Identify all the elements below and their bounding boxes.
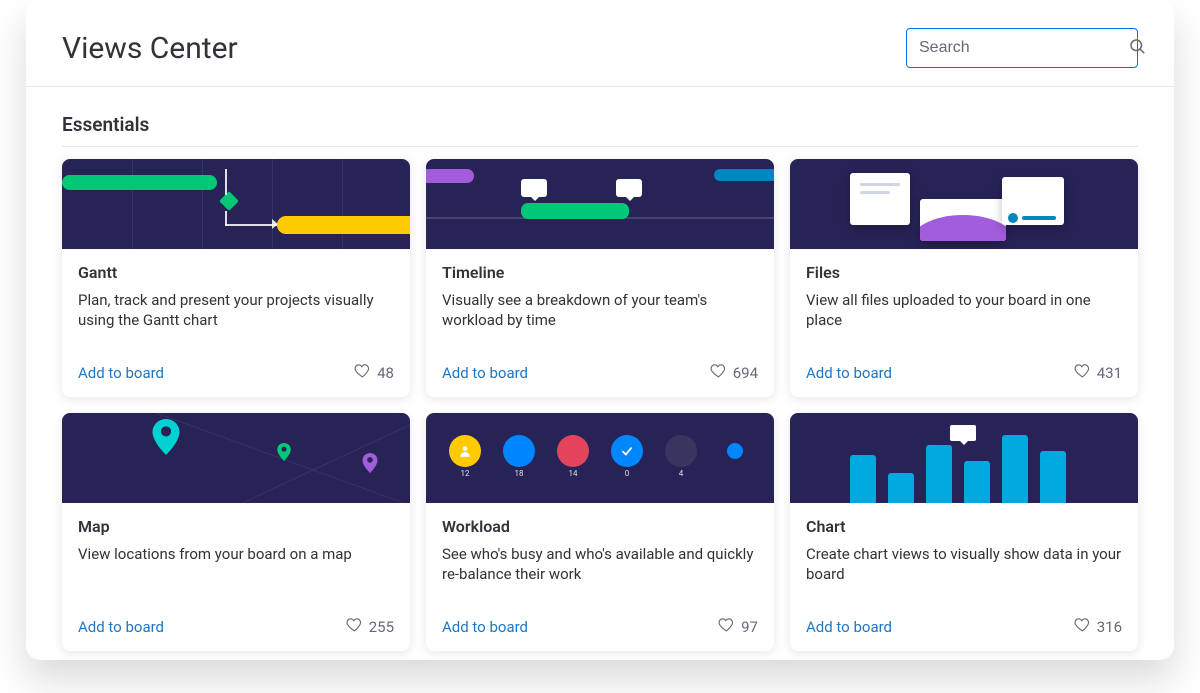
heart-icon [718, 616, 735, 637]
thumbnail-workload: 12 18 14 0 4 [426, 413, 774, 503]
thumbnail-files [790, 159, 1138, 249]
card-title: Timeline [442, 263, 758, 282]
add-to-board-link[interactable]: Add to board [806, 364, 892, 382]
card-desc: View locations from your board on a map [78, 544, 394, 564]
add-to-board-link[interactable]: Add to board [442, 364, 528, 382]
map-pin-icon [362, 453, 378, 473]
section-title: Essentials [26, 87, 1174, 146]
like-count: 48 [377, 364, 394, 382]
dot-icon: 4 [665, 435, 697, 467]
search-field[interactable] [906, 28, 1138, 68]
thumbnail-chart [790, 413, 1138, 503]
map-pin-icon [277, 443, 291, 461]
add-to-board-link[interactable]: Add to board [78, 364, 164, 382]
search-icon [1128, 37, 1146, 59]
card-title: Workload [442, 517, 758, 536]
card-desc: Create chart views to visually show data… [806, 544, 1122, 585]
views-center-panel: Views Center Essentials [26, 0, 1174, 660]
add-to-board-link[interactable]: Add to board [806, 618, 892, 636]
likes[interactable]: 255 [346, 616, 394, 637]
page-title: Views Center [62, 31, 238, 66]
card-chart[interactable]: Chart Create chart views to visually sho… [790, 413, 1138, 651]
dot-icon [719, 435, 751, 467]
like-count: 255 [369, 618, 394, 636]
like-count: 431 [1097, 364, 1122, 382]
card-desc: Plan, track and present your projects vi… [78, 290, 394, 331]
dot-icon: 14 [557, 435, 589, 467]
card-workload[interactable]: 12 18 14 0 4 Workload See who's busy and… [426, 413, 774, 651]
check-icon: 0 [611, 435, 643, 467]
person-icon: 12 [449, 435, 481, 467]
heart-icon [346, 616, 363, 637]
like-count: 316 [1097, 618, 1122, 636]
card-map[interactable]: Map View locations from your board on a … [62, 413, 410, 651]
heart-icon [354, 362, 371, 383]
add-to-board-link[interactable]: Add to board [78, 618, 164, 636]
heart-icon [1074, 616, 1091, 637]
likes[interactable]: 431 [1074, 362, 1122, 383]
likes[interactable]: 694 [710, 362, 758, 383]
card-timeline[interactable]: Timeline Visually see a breakdown of you… [426, 159, 774, 397]
likes[interactable]: 97 [718, 616, 758, 637]
thumbnail-gantt [62, 159, 410, 249]
search-input[interactable] [917, 38, 1128, 58]
header: Views Center [26, 24, 1174, 86]
add-to-board-link[interactable]: Add to board [442, 618, 528, 636]
card-gantt[interactable]: Gantt Plan, track and present your proje… [62, 159, 410, 397]
heart-icon [710, 362, 727, 383]
thumbnail-map [62, 413, 410, 503]
thumbnail-timeline [426, 159, 774, 249]
likes[interactable]: 316 [1074, 616, 1122, 637]
card-files[interactable]: Files View all files uploaded to your bo… [790, 159, 1138, 397]
card-title: Files [806, 263, 1122, 282]
card-title: Gantt [78, 263, 394, 282]
like-count: 97 [741, 618, 758, 636]
cards-grid: Gantt Plan, track and present your proje… [26, 147, 1174, 660]
like-count: 694 [733, 364, 758, 382]
card-title: Map [78, 517, 394, 536]
dot-icon: 18 [503, 435, 535, 467]
card-desc: Visually see a breakdown of your team's … [442, 290, 758, 331]
map-pin-icon [152, 419, 180, 455]
card-desc: View all files uploaded to your board in… [806, 290, 1122, 331]
heart-icon [1074, 362, 1091, 383]
card-title: Chart [806, 517, 1122, 536]
card-desc: See who's busy and who's available and q… [442, 544, 758, 585]
likes[interactable]: 48 [354, 362, 394, 383]
